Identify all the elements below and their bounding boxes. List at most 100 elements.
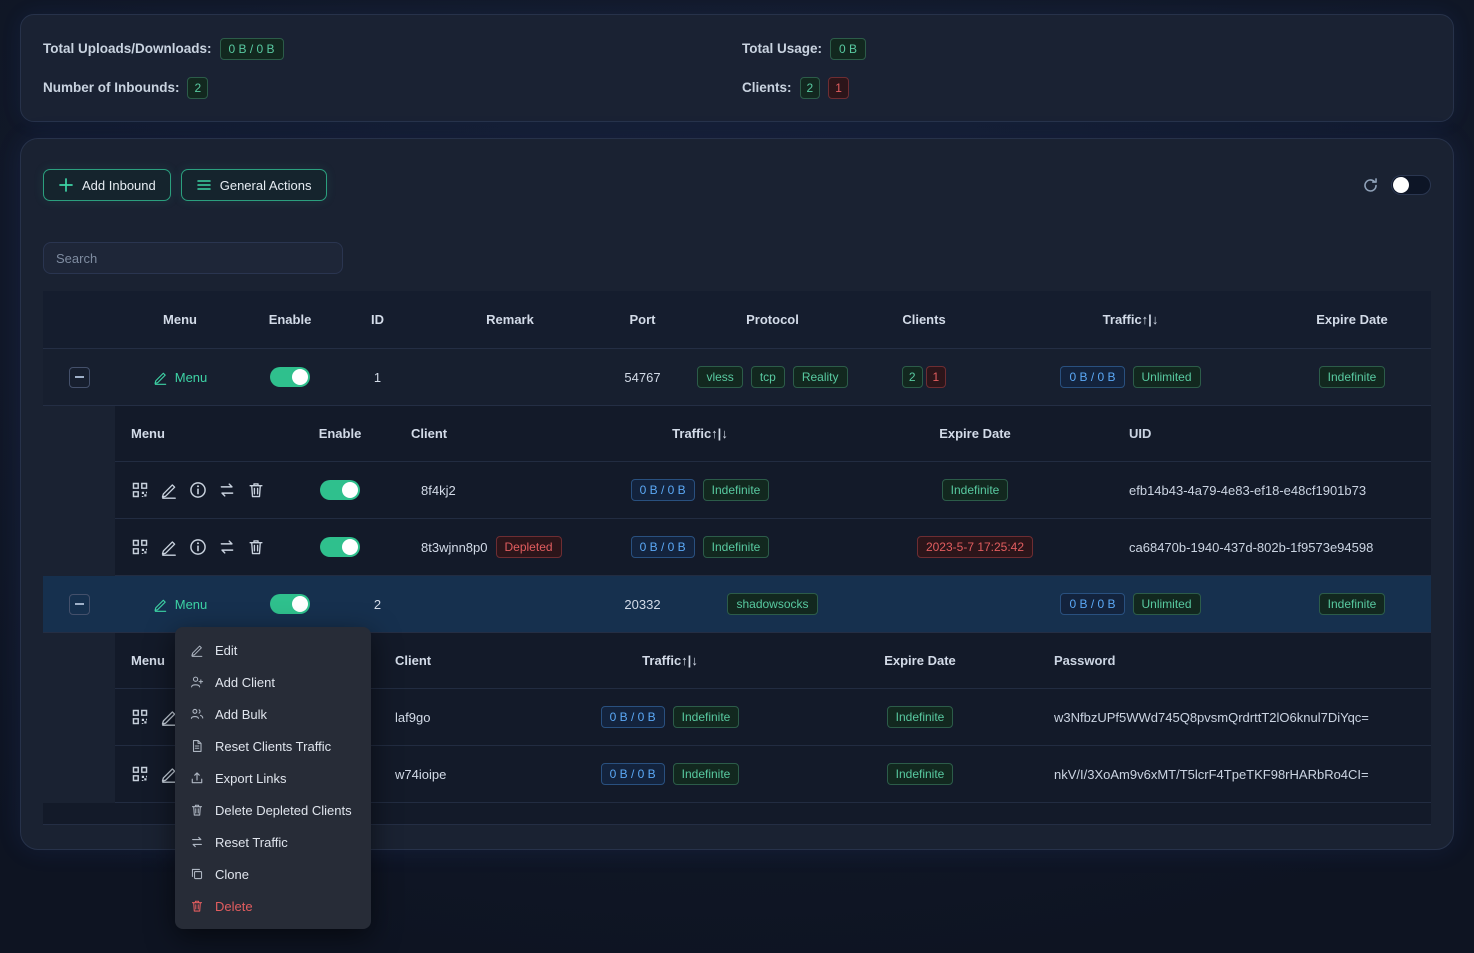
inbound1-clients-total-badge: 2 [902,366,923,388]
client4-expire-badge: Indefinite [887,763,954,785]
client4-name: w74ioipe [375,767,550,782]
sub2-header-expire: Expire Date [790,653,1050,668]
trash-icon [190,803,204,817]
sub2-header-traffic[interactable]: Traffic↑|↓ [550,653,790,668]
copy-icon [190,867,204,881]
client-row-8t3wjnn8p0[interactable]: 8t3wjnn8p0 Depleted 0 B / 0 B Indefinite… [115,519,1431,576]
client-row-8f4kj2[interactable]: 8f4kj2 0 B / 0 B Indefinite Indefinite e… [115,462,1431,519]
stat-usage-value: 0 B [830,38,866,60]
sub1-header-menu: Menu [115,426,285,441]
stat-uploads-label: Total Uploads/Downloads: [43,41,212,56]
qr-code-icon[interactable] [131,481,149,499]
collapse-inbound1-button[interactable] [69,367,90,388]
inbound1-id: 1 [335,370,420,385]
trash-icon[interactable] [247,481,265,499]
client1-expire-cell: Indefinite [825,479,1125,501]
protocol-badge-reality: Reality [793,366,848,388]
auto-refresh-toggle[interactable] [1391,175,1431,195]
header-enable: Enable [245,312,335,327]
client2-name: 8t3wjnn8p0 [421,540,488,555]
edit-client-icon[interactable] [160,481,178,499]
inbound2-protocols: shadowsocks [685,593,860,615]
stats-card: Total Uploads/Downloads: 0 B / 0 B Total… [20,14,1454,122]
context-menu-label: Delete Depleted Clients [215,803,352,818]
client4-password: nkV/I/3XoAm9v6xMT/T5lcrF4TpeTKF98rHARbRo… [1050,767,1431,782]
inbound2-expand-cell [43,594,115,615]
inbound1-menu-cell: Menu [115,370,245,385]
trash-icon[interactable] [247,538,265,556]
inbound2-menu-button[interactable]: Menu [153,597,208,612]
client2-enable-toggle[interactable] [320,537,360,557]
context-menu-item-reset-clients-traffic[interactable]: Reset Clients Traffic [175,730,371,762]
client1-uid: efb14b43-4a79-4e83-ef18-e48cf1901b73 [1125,483,1431,498]
client2-traffic-cell: 0 B / 0 B Indefinite [575,536,825,558]
context-menu-item-edit[interactable]: Edit [175,634,371,666]
client3-traffic-badge: 0 B / 0 B [601,706,665,728]
header-traffic-sort[interactable]: Traffic↑|↓ [988,312,1273,327]
context-menu-label: Export Links [215,771,287,786]
inbound-row-1[interactable]: Menu 1 54767 vless tcp Reality 2 1 [43,349,1431,406]
context-menu-item-delete[interactable]: Delete [175,890,371,922]
general-actions-label: General Actions [220,178,312,193]
context-menu-item-reset-traffic[interactable]: Reset Traffic [175,826,371,858]
qr-code-icon[interactable] [131,708,149,726]
context-menu-item-export-links[interactable]: Export Links [175,762,371,794]
inbound1-enable-toggle[interactable] [270,367,310,387]
pencil-icon [190,643,204,657]
info-icon[interactable] [189,538,207,556]
context-menu-item-delete-depleted-clients[interactable]: Delete Depleted Clients [175,794,371,826]
client2-actions [115,538,285,556]
client1-actions [115,481,285,499]
inbound1-clients-subtable: Menu Enable Client Traffic↑|↓ Expire Dat… [115,406,1431,576]
toolbar: Add Inbound General Actions [43,169,1431,201]
collapse-inbound2-button[interactable] [69,594,90,615]
inbound1-clients-count: 2 1 [860,366,988,388]
inbound1-expire-cell: Indefinite [1273,366,1431,388]
client3-limit-badge: Indefinite [673,706,740,728]
swap-icon [190,835,204,849]
client2-uid: ca68470b-1940-437d-802b-1f9573e94598 [1125,540,1431,555]
add-inbound-button[interactable]: Add Inbound [43,169,171,201]
inbound1-subtable-header: Menu Enable Client Traffic↑|↓ Expire Dat… [115,406,1431,462]
minus-icon [75,376,84,378]
inbound-row-2[interactable]: Menu 2 20332 shadowsocks 0 B / 0 B Unlim… [43,576,1431,633]
client1-limit-badge: Indefinite [703,479,770,501]
qr-code-icon[interactable] [131,538,149,556]
inbound2-menu-label: Menu [175,597,208,612]
refresh-icon[interactable] [1362,177,1379,194]
info-icon[interactable] [189,481,207,499]
search-input[interactable] [43,242,343,274]
context-menu-label: Add Bulk [215,707,267,722]
inbound2-enable-toggle[interactable] [270,594,310,614]
context-menu-label: Add Client [215,675,275,690]
client3-name: laf9go [375,710,550,725]
client1-enable-toggle[interactable] [320,480,360,500]
sub1-header-enable: Enable [285,426,395,441]
client2-name-cell: 8t3wjnn8p0 Depleted [395,536,575,558]
context-menu-item-add-bulk[interactable]: Add Bulk [175,698,371,730]
reset-traffic-icon[interactable] [218,481,236,499]
inbound2-enable-cell [245,594,335,614]
client2-traffic-badge: 0 B / 0 B [631,536,695,558]
header-id: ID [335,312,420,327]
sub1-header-traffic[interactable]: Traffic↑|↓ [575,426,825,441]
stat-inbounds: Number of Inbounds: 2 [43,76,732,99]
context-menu-item-clone[interactable]: Clone [175,858,371,890]
add-inbound-label: Add Inbound [82,178,156,193]
client1-traffic-badge: 0 B / 0 B [631,479,695,501]
header-clients: Clients [860,312,988,327]
context-menu-item-add-client[interactable]: Add Client [175,666,371,698]
sub1-header-client: Client [395,426,575,441]
general-actions-button[interactable]: General Actions [181,169,327,201]
reset-traffic-icon[interactable] [218,538,236,556]
sub1-header-uid: UID [1125,426,1431,441]
qr-code-icon[interactable] [131,765,149,783]
client2-expire-badge: 2023-5-7 17:25:42 [917,536,1033,558]
client2-depleted-badge: Depleted [496,536,562,558]
edit-client-icon[interactable] [160,538,178,556]
context-menu-label: Reset Clients Traffic [215,739,331,754]
inbound1-menu-button[interactable]: Menu [153,370,208,385]
stat-inbounds-label: Number of Inbounds: [43,80,179,95]
inbound1-traffic-limit-badge: Unlimited [1133,366,1201,388]
protocol-badge-tcp: tcp [751,366,785,388]
